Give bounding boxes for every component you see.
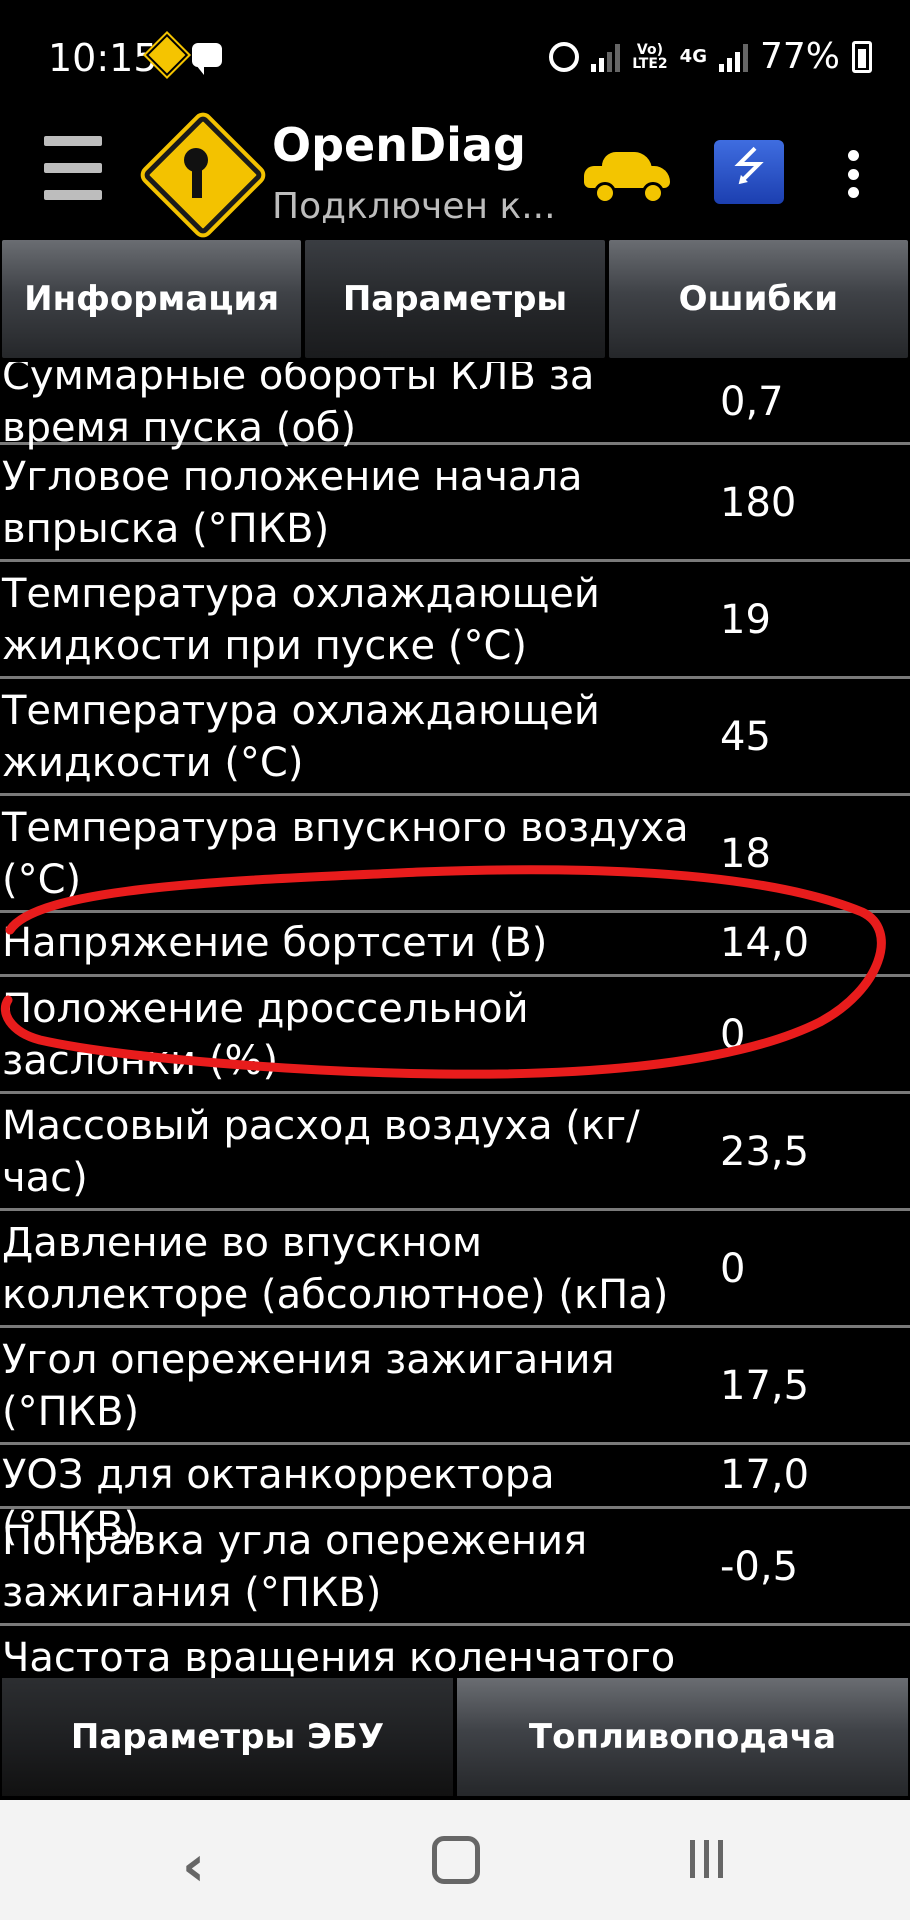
param-name: Температура впускного воздуха (°С) (2, 805, 689, 903)
signal-sim1-icon (591, 42, 621, 72)
volte-icon: Vo) LTE2 (632, 43, 667, 71)
param-name: Давление во впускном коллекторе (абсолютн… (2, 1220, 669, 1318)
usb-icon[interactable]: ⭍ (714, 140, 784, 204)
parameters-list[interactable]: Суммарные обороты КЛВ за время пуска (об)… (0, 362, 910, 1678)
app-logo-icon (142, 114, 264, 236)
lte-label: LTE2 (632, 55, 668, 72)
table-row: Температура охлаждающей жидкости (°С) 45 (0, 679, 910, 796)
signal-sim2-icon (718, 42, 748, 72)
param-name: Массовый расход воздуха (кг/час) (2, 1103, 640, 1201)
param-value: 45 (720, 714, 771, 760)
param-name: Температура охлаждающей жидкости (°С) (2, 688, 600, 786)
param-value: 0 (720, 1246, 746, 1292)
alarm-icon (549, 41, 580, 72)
table-row: Давление во впускном коллекторе (абсолютн… (0, 1211, 910, 1328)
table-row: Частота вращения коленчатого (0, 1626, 910, 1678)
volte-label: Vo) (636, 41, 663, 58)
usb-glyph: ⭍ (732, 144, 766, 190)
table-row-highlighted: Напряжение бортсети (В) 14,0 (0, 913, 910, 977)
param-value: 19 (720, 597, 771, 643)
param-value: 180 (720, 480, 797, 526)
param-value: 18 (720, 831, 771, 877)
more-options-icon[interactable] (846, 150, 860, 198)
tab-parameters[interactable]: Параметры (305, 240, 605, 358)
param-value: -0,5 (720, 1544, 799, 1590)
param-name: Температура охлаждающей жидкости при пуск… (2, 571, 600, 669)
status-bar: 10:15 Vo) LTE2 4G 77% (0, 0, 910, 118)
menu-icon[interactable] (44, 136, 102, 200)
param-value: 14,0 (720, 920, 810, 966)
car-icon[interactable] (584, 152, 670, 204)
battery-icon (852, 40, 872, 73)
network-type-label: 4G (679, 45, 707, 67)
tab-bar: Информация Параметры Ошибки (0, 240, 910, 362)
app-bar: OpenDiag Подключен к... ⭍ (0, 104, 910, 240)
table-row: Угол опережения зажигания (°ПКВ) 17,5 (0, 1328, 910, 1445)
param-name: Положение дроссельной заслонки (%) (2, 986, 529, 1084)
notification-icons (142, 30, 222, 80)
param-name: Поправка угла опережения зажигания (°ПКВ) (2, 1518, 588, 1616)
param-name: Угол опережения зажигания (°ПКВ) (2, 1337, 615, 1435)
table-row: Массовый расход воздуха (кг/час) 23,5 (0, 1094, 910, 1211)
param-value: 23,5 (720, 1129, 810, 1175)
fuel-supply-button[interactable]: Топливоподача (457, 1678, 908, 1796)
connection-status: Подключен к... (272, 186, 556, 227)
param-value: 0,7 (720, 379, 784, 425)
recent-apps-icon[interactable] (690, 1840, 723, 1878)
param-value: 17,0 (720, 1452, 810, 1498)
table-row: УОЗ для октанкорректора (°ПКВ) 17,0 (0, 1445, 910, 1550)
tab-information[interactable]: Информация (2, 240, 302, 358)
table-row: Поправка угла опережения зажигания (°ПКВ)… (0, 1509, 910, 1626)
opendiag-notification-icon (142, 30, 192, 80)
message-icon (192, 43, 222, 75)
ecu-parameters-button[interactable]: Параметры ЭБУ (2, 1678, 453, 1796)
status-time: 10:15 (48, 36, 158, 80)
home-icon[interactable] (432, 1836, 480, 1884)
back-icon[interactable]: ‹ (182, 1834, 205, 1899)
param-value: 17,5 (720, 1363, 810, 1409)
param-name: Напряжение бортсети (В) (2, 920, 548, 966)
table-row: Суммарные обороты КЛВ за время пуска (об)… (0, 362, 910, 451)
app-title: OpenDiag (272, 118, 526, 172)
battery-percent: 77% (759, 36, 840, 77)
param-name: Суммарные обороты КЛВ за время пуска (об) (2, 362, 595, 451)
param-name: Угловое положение начала впрыска (°ПКВ) (2, 454, 583, 552)
table-row: Угловое положение начала впрыска (°ПКВ) 1… (0, 445, 910, 562)
table-row: Положение дроссельной заслонки (%) 0 (0, 977, 910, 1094)
tab-errors[interactable]: Ошибки (608, 240, 908, 358)
bottom-button-bar: Параметры ЭБУ Топливоподача (0, 1678, 910, 1800)
param-value: 0 (720, 1012, 746, 1058)
table-row: Температура охлаждающей жидкости при пуск… (0, 562, 910, 679)
param-name: Частота вращения коленчатого (2, 1635, 676, 1678)
system-icons: Vo) LTE2 4G 77% (549, 36, 872, 77)
table-row: Температура впускного воздуха (°С) 18 (0, 796, 910, 913)
system-nav-bar: ‹ (0, 1800, 910, 1920)
